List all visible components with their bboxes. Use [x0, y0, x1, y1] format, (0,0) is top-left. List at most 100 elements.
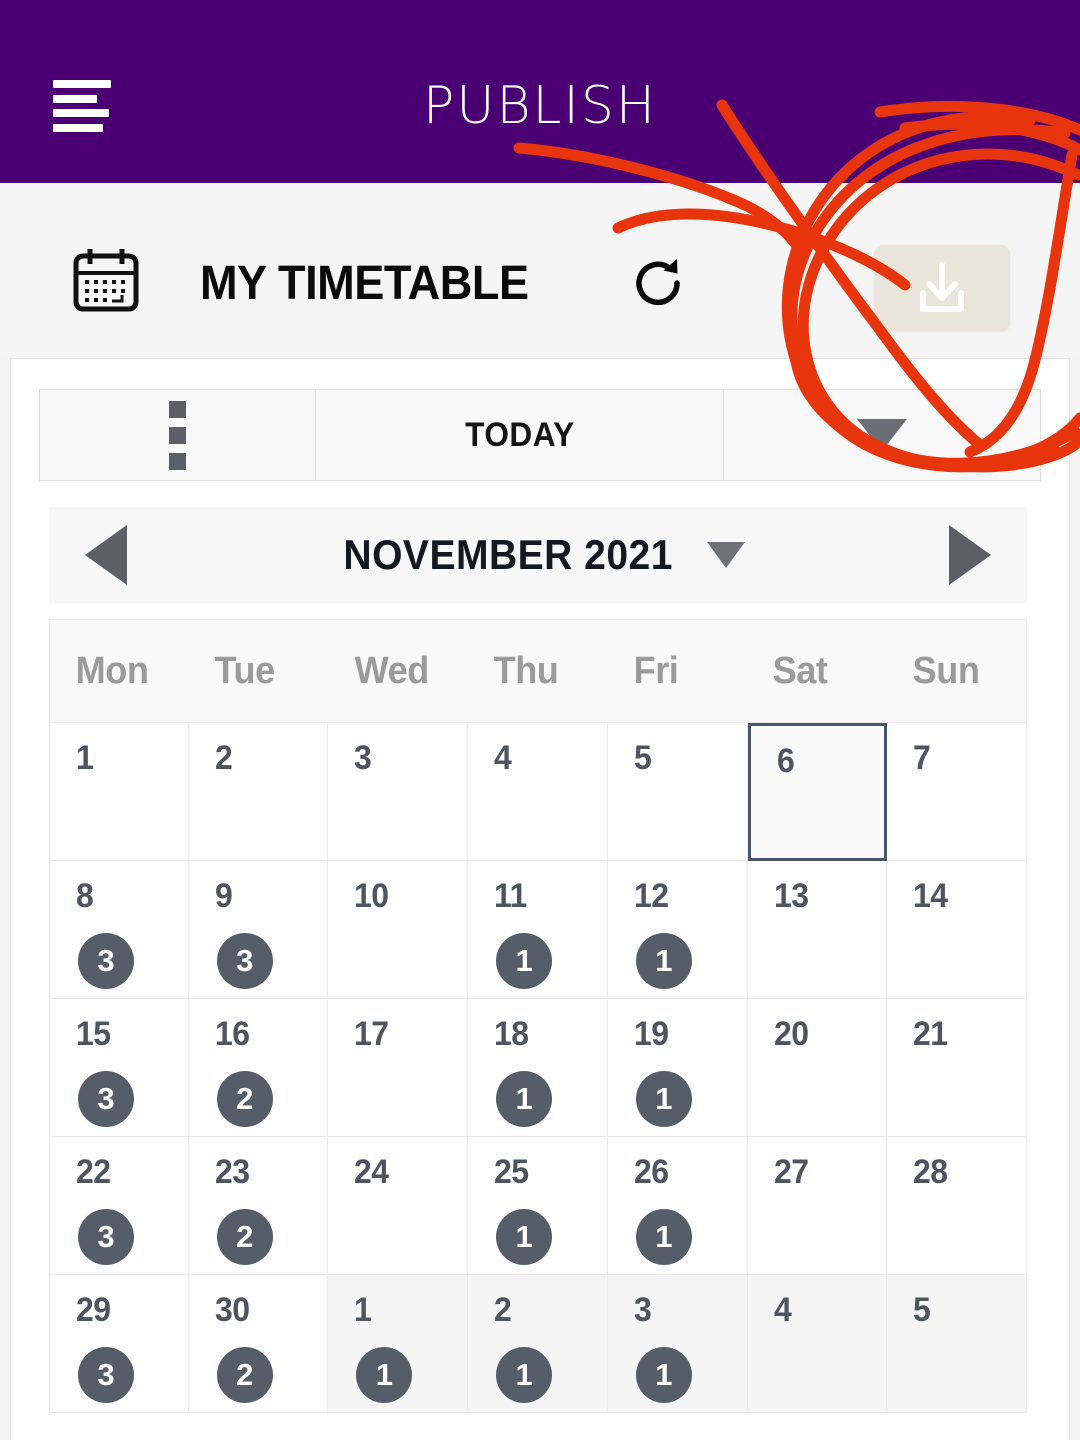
month-label: NOVEMBER 2021 [343, 531, 673, 578]
day-number: 30 [214, 1291, 250, 1329]
day-number: 26 [633, 1153, 669, 1191]
day-number: 16 [214, 1015, 250, 1053]
calendar-day-cell[interactable]: 30 2 [188, 1275, 329, 1413]
calendar-day-cell[interactable]: 26 1 [607, 1137, 748, 1275]
day-number: 17 [354, 1015, 390, 1053]
day-number: 11 [494, 877, 527, 915]
calendar-day-cell[interactable]: 7 [887, 723, 1027, 861]
day-number: 5 [913, 1291, 931, 1329]
day-number: 21 [913, 1015, 948, 1053]
event-count-badge: 1 [635, 933, 692, 989]
calendar-day-cell[interactable]: 16 2 [188, 999, 329, 1137]
month-selector[interactable]: NOVEMBER 2021 [331, 531, 746, 579]
calendar-weeks: 1 2 3 4 5 6 7 8 3 9 3 10 11 1 12 1 13 14 15 3 16 2 17 18 1 19 1 20 2… [49, 723, 1027, 1413]
calendar-day-cell[interactable]: 28 [887, 1137, 1027, 1275]
calendar-icon [73, 249, 139, 312]
calendar-day-cell[interactable]: 12 1 [607, 861, 748, 999]
day-of-week-label: Mon [75, 649, 149, 692]
calendar-day-cell[interactable]: 1 [49, 723, 189, 861]
day-number: 1 [76, 739, 94, 777]
kebab-menu-icon [169, 400, 186, 470]
prev-month-button[interactable] [85, 525, 127, 585]
day-number: 24 [354, 1153, 390, 1191]
calendar-day-cell[interactable]: 5 [607, 723, 748, 861]
day-number: 19 [633, 1015, 669, 1053]
calendar-day-cell[interactable]: 19 1 [607, 999, 748, 1137]
refresh-icon[interactable] [625, 250, 691, 316]
day-number: 18 [494, 1015, 529, 1053]
calendar-day-cell[interactable]: 23 2 [188, 1137, 329, 1275]
event-count-badge: 3 [78, 1209, 134, 1265]
calendar-day-cell[interactable]: 93 [188, 861, 329, 999]
event-count-badge: 2 [216, 1071, 273, 1127]
event-count-badge: 1 [496, 1209, 553, 1265]
day-number: 2 [494, 1291, 512, 1329]
day-number: 3 [633, 1291, 652, 1329]
calendar-grid: Mon Tue Wed Thu Fri Sat Sun 1 2 3 4 5 6 7 8 3 9 3 10 11 1 12… [49, 619, 1027, 1413]
download-icon [920, 262, 964, 312]
calendar-day-cell[interactable]: 2 [188, 723, 329, 861]
app-bar: PUBLISH [0, 0, 1080, 183]
event-count-badge: 1 [356, 1347, 413, 1403]
day-number: 3 [354, 739, 372, 777]
calendar-toolbar: TODAY [39, 389, 1041, 481]
day-number: 1 [354, 1291, 372, 1329]
calendar-day-cell[interactable]: 25 1 [468, 1137, 608, 1275]
download-button[interactable] [874, 245, 1010, 331]
calendar-week-row: 8 3 9 3 10 11 1 12 1 13 14 [49, 861, 1027, 999]
day-number: 27 [773, 1153, 809, 1191]
calendar-week-row: 15 3 16 2 17 18 1 19 1 20 21 [49, 999, 1027, 1137]
day-number: 22 [76, 1153, 111, 1191]
day-of-week-label: Tue [215, 649, 276, 692]
event-count-badge: 1 [496, 933, 553, 989]
calendar-day-cell[interactable]: 21 [468, 1275, 608, 1413]
calendar-day-cell[interactable]: 83 [49, 861, 189, 999]
calendar-day-cell[interactable]: 14 [887, 861, 1027, 999]
overflow-menu-button[interactable] [40, 390, 316, 480]
kebab-dot [169, 400, 186, 418]
event-count-badge: 1 [635, 1347, 692, 1403]
calendar-day-cell[interactable]: 4 [747, 1275, 888, 1413]
calendar-day-cell[interactable]: 20 [747, 999, 888, 1137]
calendar-day-cell[interactable]: 24 [328, 1137, 469, 1275]
day-number: 28 [913, 1153, 948, 1191]
calendar-day-cell[interactable]: 11 1 [468, 861, 608, 999]
chevron-down-icon [707, 542, 746, 568]
day-of-week-header: Mon Tue Wed Thu Fri Sat Sun [49, 619, 1027, 723]
day-number: 4 [773, 1291, 792, 1329]
kebab-dot [169, 452, 186, 470]
calendar-day-cell-selected[interactable]: 6 [747, 723, 888, 861]
day-of-week-label: Fri [633, 649, 679, 692]
calendar-day-cell[interactable]: 31 [607, 1275, 748, 1413]
day-of-week-label: Sun [912, 649, 979, 692]
calendar-day-cell[interactable]: 29 3 [49, 1275, 189, 1413]
calendar-day-cell[interactable]: 17 [328, 999, 469, 1137]
calendar-day-cell[interactable]: 18 1 [468, 999, 608, 1137]
calendar-day-cell[interactable]: 11 [328, 1275, 469, 1413]
next-month-button[interactable] [948, 525, 991, 585]
day-number: 7 [913, 739, 931, 777]
calendar-day-cell[interactable]: 22 3 [49, 1137, 189, 1275]
calendar-day-cell[interactable]: 5 [887, 1275, 1027, 1413]
calendar-week-row: 29 3 30 2 1 1 2 1 3 1 4 5 [49, 1275, 1027, 1413]
calendar-day-cell[interactable]: 21 [887, 999, 1027, 1137]
calendar-day-cell[interactable]: 13 [747, 861, 888, 999]
event-count-badge: 1 [635, 1071, 692, 1127]
calendar-day-cell[interactable]: 3 [328, 723, 469, 861]
day-number: 13 [773, 877, 809, 915]
event-count-badge: 1 [496, 1071, 553, 1127]
view-dropdown-button[interactable] [724, 390, 1040, 480]
calendar-day-cell[interactable]: 10 [328, 861, 469, 999]
calendar-day-cell[interactable]: 4 [468, 723, 608, 861]
day-number: 20 [773, 1015, 809, 1053]
triangle-down-icon [857, 419, 907, 451]
day-number: 12 [633, 877, 669, 915]
day-of-week-label: Wed [354, 649, 429, 692]
event-count-badge: 3 [216, 933, 273, 989]
event-count-badge: 3 [78, 1071, 134, 1127]
event-count-badge: 2 [216, 1347, 273, 1403]
today-button[interactable]: TODAY [316, 390, 724, 480]
day-number: 10 [354, 877, 390, 915]
calendar-day-cell[interactable]: 27 [747, 1137, 888, 1275]
calendar-day-cell[interactable]: 15 3 [49, 999, 189, 1137]
